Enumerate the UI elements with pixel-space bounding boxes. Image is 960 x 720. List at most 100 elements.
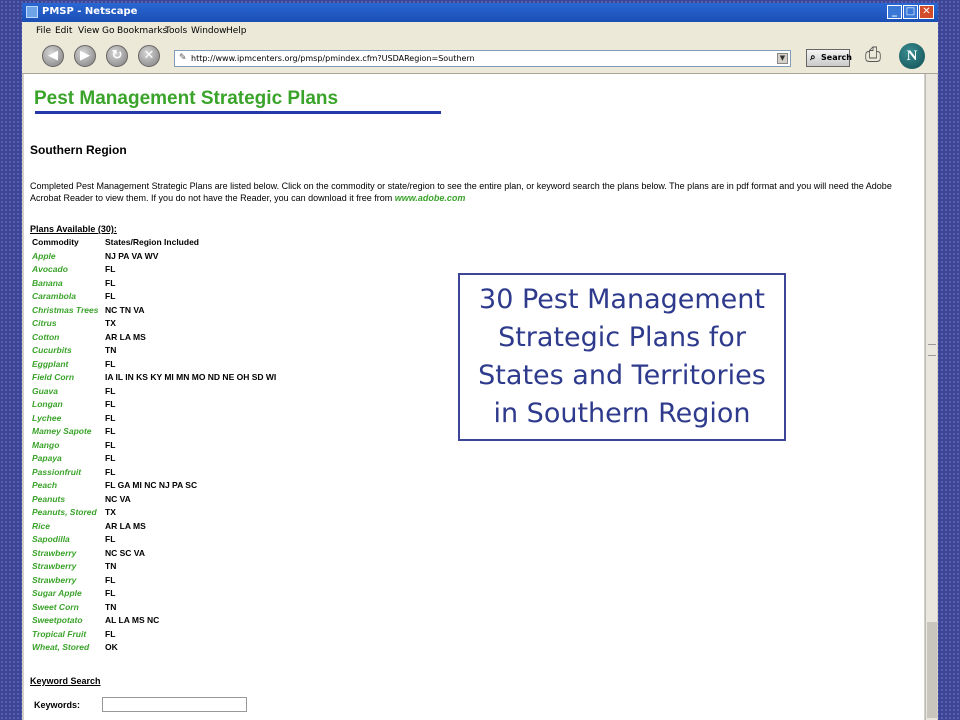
states-cell: NJ PA VA WV [105,250,159,261]
commodity-link[interactable]: Passionfruit [32,466,81,480]
url-bar[interactable]: ✎ http://www.ipmcenters.org/pmsp/pmindex… [174,50,791,67]
search-icon: ⌕ [810,52,816,63]
commodity-link[interactable]: Papaya [32,452,62,466]
states-cell: TX [105,318,116,328]
states-cell: FL [105,399,116,409]
menu-bookmarks[interactable]: Bookmarks [117,26,167,36]
close-button[interactable]: ✕ [919,5,934,19]
menu-window[interactable]: Window [191,26,227,36]
commodity-link[interactable]: Field Corn [32,371,74,385]
callout-line: in Southern Region [493,398,751,429]
states-cell: AR LA MS [105,520,146,531]
states-cell: NC SC VA [105,547,145,558]
commodity-link[interactable]: Strawberry [32,547,76,561]
states-cell: TN [105,345,117,355]
menu-bar: File Edit View Go Bookmarks Tools Window… [22,22,938,40]
commodity-link[interactable]: Rice [32,520,50,534]
menu-view[interactable]: View [78,26,99,36]
keyword-search-heading: Keyword Search [30,676,101,686]
maximize-button[interactable]: □ [903,5,918,19]
callout-line: 30 Pest Management [479,284,765,315]
vertical-scrollbar[interactable] [925,74,937,720]
commodity-link[interactable]: Eggplant [32,358,68,372]
states-cell: FL [105,277,116,288]
intro-text: Completed Pest Management Strategic Plan… [30,180,910,204]
commodity-link[interactable]: Mamey Sapote [32,425,92,439]
commodity-link[interactable]: Guava [32,385,58,399]
commodity-link[interactable]: Christmas Trees [32,304,98,318]
states-cell: TN [105,561,117,571]
window-title: PMSP - Netscape [42,6,138,17]
reload-icon[interactable]: ↻ [106,45,128,67]
commodity-link[interactable]: Sugar Apple [32,587,82,601]
menu-tools[interactable]: Tools [165,26,187,36]
keywords-input[interactable] [102,697,247,712]
states-cell: FL [105,358,116,369]
keywords-label: Keywords: [34,700,81,710]
commodity-link[interactable]: Cucurbits [32,344,72,358]
commodity-link[interactable]: Apple [32,250,56,264]
commodity-link[interactable]: Cotton [32,331,59,345]
scrollbar-thumb[interactable] [927,622,937,718]
commodity-link[interactable]: Longan [32,398,63,412]
commodity-link[interactable]: Peanuts [32,493,65,507]
states-cell: FL [105,264,116,274]
commodity-link[interactable]: Carambola [32,290,76,304]
commodity-link[interactable]: Citrus [32,317,57,331]
commodity-link[interactable]: Strawberry [32,574,76,588]
callout-line: Strategic Plans for [498,322,746,353]
page-icon: ✎ [179,53,187,63]
menu-file[interactable]: File [36,26,51,36]
commodity-link[interactable]: Sweetpotato [32,614,83,628]
commodity-link[interactable]: Avocado [32,263,68,277]
states-cell: FL [105,385,116,396]
states-cell: FL [105,291,116,301]
navigation-toolbar: ◀ ▶ ↻ ✕ ✎ http://www.ipmcenters.org/pmsp… [22,40,938,74]
app-icon [26,6,38,18]
states-cell: AR LA MS [105,331,146,342]
states-cell: FL [105,574,116,585]
title-bar: PMSP - Netscape _ □ ✕ [22,3,938,22]
commodity-link[interactable]: Mango [32,439,59,453]
page-title: Pest Management Strategic Plans [34,88,339,109]
commodity-link[interactable]: Sapodilla [32,533,70,547]
states-cell: IA IL IN KS KY MI MN MO ND NE OH SD WI [105,372,277,382]
commodity-link[interactable]: Strawberry [32,560,76,574]
commodity-link[interactable]: Peach [32,479,57,493]
url-dropdown-icon[interactable]: ▼ [777,53,788,64]
scrollbar-grip [928,344,936,356]
commodity-link[interactable]: Lychee [32,412,61,426]
forward-icon[interactable]: ▶ [74,45,96,67]
title-underline [35,111,441,114]
header-states: States/Region Included [105,237,199,247]
menu-help[interactable]: Help [226,26,247,36]
states-cell: FL [105,588,116,598]
commodity-link[interactable]: Peanuts, Stored [32,506,97,520]
plans-heading: Plans Available (30): [30,224,117,234]
commodity-link[interactable]: Sweet Corn [32,601,79,615]
minimize-button[interactable]: _ [887,5,902,19]
commodity-link[interactable]: Tropical Fruit [32,628,86,642]
search-button[interactable]: ⌕ Search [806,49,852,67]
states-cell: FL [105,628,116,639]
search-button-label: Search [821,53,852,62]
states-cell: FL [105,426,116,436]
menu-go[interactable]: Go [102,26,114,36]
states-cell: TN [105,601,117,612]
commodity-link[interactable]: Wheat, Stored [32,641,89,655]
states-cell: FL [105,412,116,423]
stop-icon[interactable]: ✕ [138,45,160,67]
states-cell: FL GA MI NC NJ PA SC [105,480,198,490]
states-cell: NC TN VA [105,304,145,315]
print-icon[interactable]: ⎙ [865,44,881,67]
back-icon[interactable]: ◀ [42,45,64,67]
commodity-link[interactable]: Banana [32,277,63,291]
adobe-link[interactable]: www.adobe.com [395,193,466,203]
region-heading: Southern Region [30,143,127,157]
url-text: http://www.ipmcenters.org/pmsp/pmindex.c… [191,54,475,63]
menu-edit[interactable]: Edit [55,26,72,36]
slide-callout-box: 30 Pest Management Strategic Plans for S… [458,273,786,441]
states-cell: FL [105,466,116,477]
header-commodity: Commodity [32,237,79,247]
states-cell: FL [105,453,116,463]
